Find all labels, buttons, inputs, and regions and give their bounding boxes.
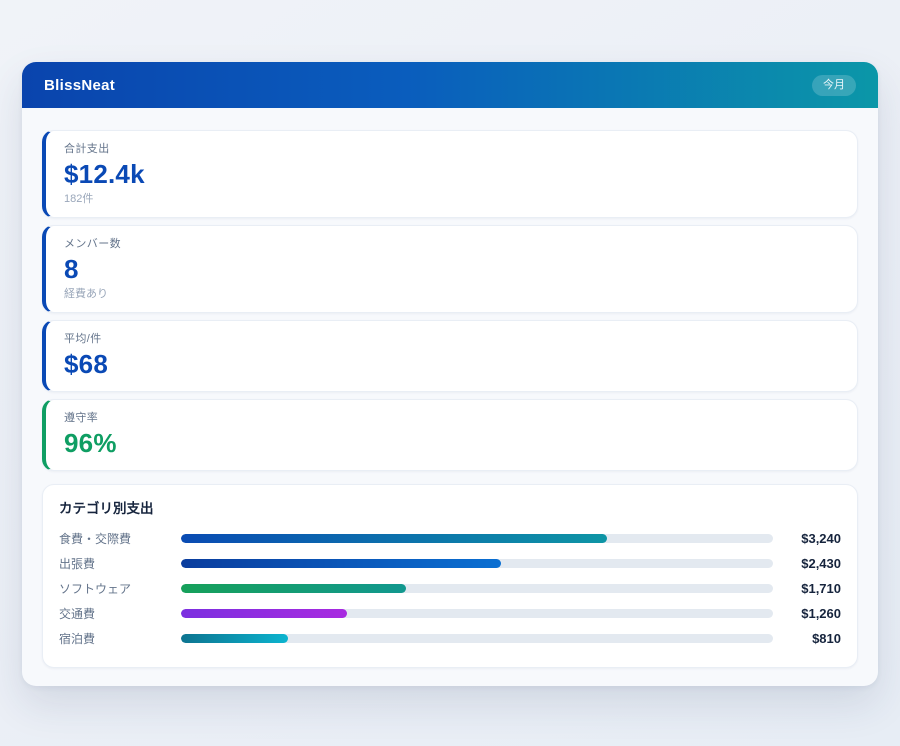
category-label: ソフトウェア: [59, 580, 181, 597]
stat-label: 遵守率: [64, 411, 839, 425]
category-bar-fill: [181, 559, 501, 568]
category-row: 交通費 $1,260: [59, 601, 841, 626]
app-title: BlissNeat: [44, 77, 115, 94]
stat-value: 96%: [64, 427, 839, 459]
category-bar-track: [181, 534, 773, 543]
category-bar-fill: [181, 634, 288, 643]
category-value: $2,430: [773, 556, 841, 571]
category-label: 交通費: [59, 605, 181, 622]
category-bar-track: [181, 634, 773, 643]
stat-card-list: 合計支出 $12.4k 182件 メンバー数 8 経費あり 平均/件 $68 遵…: [42, 130, 858, 471]
category-row: 宿泊費 $810: [59, 626, 841, 651]
category-row: ソフトウェア $1,710: [59, 576, 841, 601]
stat-card: 遵守率 96%: [42, 399, 858, 471]
category-value: $1,710: [773, 581, 841, 596]
stat-value: $68: [64, 348, 839, 380]
category-row-list: 食費・交際費 $3,240 出張費 $2,430 ソフトウェア $1,710 交…: [59, 526, 841, 651]
category-label: 宿泊費: [59, 630, 181, 647]
category-breakdown-title: カテゴリ別支出: [59, 500, 841, 517]
stat-card: 合計支出 $12.4k 182件: [42, 130, 858, 218]
category-bar-fill: [181, 609, 347, 618]
app-header: BlissNeat 今月: [22, 62, 878, 108]
category-row: 出張費 $2,430: [59, 551, 841, 576]
stat-subtext: 182件: [64, 192, 839, 206]
stat-card: メンバー数 8 経費あり: [42, 225, 858, 313]
stat-label: 合計支出: [64, 142, 839, 156]
period-badge[interactable]: 今月: [812, 75, 856, 96]
category-value: $1,260: [773, 606, 841, 621]
category-bar-fill: [181, 534, 607, 543]
category-breakdown-card: カテゴリ別支出 食費・交際費 $3,240 出張費 $2,430 ソフトウェア …: [42, 484, 858, 668]
category-bar-track: [181, 559, 773, 568]
stat-label: 平均/件: [64, 332, 839, 346]
category-bar-track: [181, 609, 773, 618]
category-value: $3,240: [773, 531, 841, 546]
category-bar-fill: [181, 584, 406, 593]
stat-subtext: 経費あり: [64, 287, 839, 301]
stat-card: 平均/件 $68: [42, 320, 858, 392]
category-label: 出張費: [59, 555, 181, 572]
category-label: 食費・交際費: [59, 530, 181, 547]
dashboard-content: 合計支出 $12.4k 182件 メンバー数 8 経費あり 平均/件 $68 遵…: [22, 108, 878, 668]
stat-value: $12.4k: [64, 158, 839, 190]
stat-value: 8: [64, 253, 839, 285]
stat-label: メンバー数: [64, 237, 839, 251]
dashboard-panel: BlissNeat 今月 合計支出 $12.4k 182件 メンバー数 8 経費…: [22, 62, 878, 686]
category-bar-track: [181, 584, 773, 593]
category-value: $810: [773, 631, 841, 646]
category-row: 食費・交際費 $3,240: [59, 526, 841, 551]
